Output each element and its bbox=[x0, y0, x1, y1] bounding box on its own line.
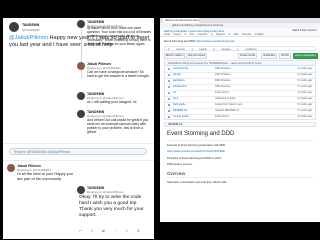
file-actions: Branch: master ▾ New pull request Create… bbox=[164, 53, 318, 59]
repo-tabs[interactable]: Code Issues 0 Pull requests 0 Projects 0… bbox=[164, 33, 263, 36]
folder-icon bbox=[168, 74, 170, 76]
avatar[interactable] bbox=[77, 20, 85, 28]
file-icon bbox=[168, 104, 170, 106]
divider bbox=[167, 140, 313, 141]
reply-tweet[interactable]: TANDEMN Replying to @JakubPilimon And be… bbox=[76, 108, 154, 142]
file-table: JakubPilimon Merge pull request from TAN… bbox=[164, 60, 316, 120]
reply-tweet[interactable]: Jakub Pilimon Replying to @TANDEMN Can w… bbox=[76, 60, 154, 88]
description-link[interactable]: https://www.eventstorming.com bbox=[196, 39, 235, 43]
tweet-text: @JakubPilimon And I have one more questi… bbox=[87, 26, 151, 46]
tweet-text: Hi all the best to you! Happy you are pa… bbox=[17, 171, 74, 181]
tweet-text: ok, i will waiting your hangout. lol bbox=[87, 100, 137, 104]
repo-stats[interactable]: 3 commits 1 branch 0 releases 1 contribu… bbox=[164, 46, 316, 51]
folder-icon bbox=[168, 68, 170, 70]
avatar[interactable] bbox=[9, 22, 19, 32]
file-row[interactable]: settings.gradle Initial commit 9 months ag… bbox=[165, 114, 315, 120]
screen: TANDEMN @TANDEMN @JakubPilimon Happy new… bbox=[0, 0, 320, 240]
new-pr-button[interactable]: New pull request bbox=[186, 53, 208, 59]
reply-chain: TANDEMN Replying to @JakubPilimon @Jakub… bbox=[76, 18, 154, 239]
upload-button[interactable]: Upload files bbox=[261, 53, 278, 59]
tweet-author-handle: @TANDEMN bbox=[22, 28, 40, 32]
branch-select[interactable]: Branch: master ▾ bbox=[164, 53, 186, 59]
readme-line: Slide deck, presentation and code from J… bbox=[167, 181, 227, 184]
avatar[interactable] bbox=[77, 110, 85, 118]
folder-icon bbox=[168, 98, 170, 100]
browser-window: ddd-by-examples/event-storming github.co… bbox=[160, 18, 320, 222]
reply-tweet[interactable]: TANDEMN Replying to @JakubPilimon ok, i … bbox=[76, 90, 154, 106]
repo-actions[interactable]: Watch 5 Star 14 Fork 2 bbox=[293, 29, 318, 32]
readme-line: Principles of Event Storming and DDD in … bbox=[167, 157, 222, 160]
readme-line: DDD session sources: bbox=[167, 163, 193, 166]
tweet-text: And before Our call would be great if yo… bbox=[87, 118, 149, 135]
divider bbox=[167, 177, 313, 178]
description-text: Event Storming and DDD bbox=[164, 39, 196, 43]
avatar[interactable] bbox=[77, 62, 85, 70]
folder-icon bbox=[168, 92, 170, 94]
file-icon bbox=[168, 110, 170, 112]
folder-icon bbox=[168, 86, 170, 88]
folder-icon bbox=[168, 80, 170, 82]
file-message: Initial commit bbox=[215, 115, 229, 118]
clone-button[interactable]: Clone or download ▾ bbox=[293, 53, 318, 59]
reply-tweet[interactable]: TANDEMN Replying to @JakubPilimon Okay. … bbox=[76, 184, 154, 234]
repo-header: ddd-by-examples / event-storming-notes-a… bbox=[160, 28, 320, 37]
create-file-button[interactable]: Create new file bbox=[238, 53, 258, 59]
file-name[interactable]: settings.gradle bbox=[173, 114, 189, 120]
file-age: 9 months ago bbox=[297, 115, 313, 118]
mention-link[interactable]: @JakubPilimon bbox=[9, 35, 48, 41]
readme-header[interactable]: README.md bbox=[164, 122, 316, 127]
readme-link[interactable]: https://www.youtube.com/watch?v=hsGPIFST… bbox=[167, 150, 225, 153]
tweet-actions[interactable]: ↩ 1 ⇄ ♡ 1 ✉ bbox=[79, 229, 144, 233]
avatar[interactable] bbox=[77, 92, 85, 100]
readme-title: Event Storming and DDD bbox=[167, 131, 235, 137]
readme-line: Example of Event Storming presentation w… bbox=[167, 144, 226, 147]
tweet-text: Okay. I'll try to write the code hard I … bbox=[79, 195, 144, 218]
reply-tweet[interactable]: TANDEMN Replying to @JakubPilimon @Jakub… bbox=[76, 18, 154, 58]
file-icon bbox=[168, 116, 170, 118]
repo-description: Event Storming and DDD https://www.event… bbox=[164, 39, 235, 43]
tweet-meta: Replying to @JakubPilimon bbox=[87, 190, 124, 194]
tweet-text: Can we have a hangouts session? So hard … bbox=[87, 70, 150, 79]
find-file-button[interactable]: Find file bbox=[279, 53, 292, 59]
avatar[interactable] bbox=[77, 186, 85, 194]
readme-subheading: Overview bbox=[167, 171, 186, 176]
avatar[interactable] bbox=[7, 164, 15, 172]
tweet-author-name[interactable]: TANDEMN bbox=[22, 23, 39, 27]
